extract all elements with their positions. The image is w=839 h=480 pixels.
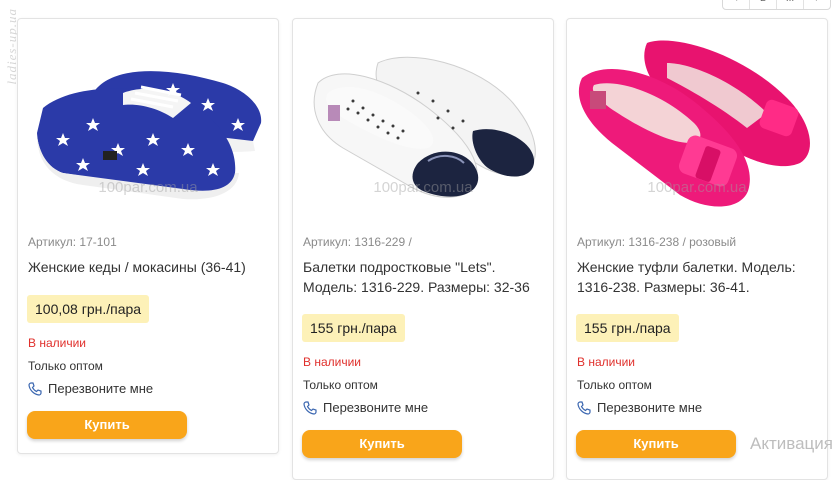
callback-link[interactable]: Перезвоните мне — [577, 400, 702, 415]
product-price: 100,08 грн./пара — [27, 295, 150, 323]
wholesale-note: Только оптом — [303, 378, 378, 392]
product-card: 100par.com.ua Артикул: 17-101 Женские ке… — [17, 18, 279, 454]
product-image[interactable]: 100par.com.ua — [298, 23, 548, 218]
product-title[interactable]: Женские туфли балетки. Модель: 1316-238.… — [577, 257, 817, 297]
stock-status: В наличии — [28, 336, 87, 350]
stock-status: В наличии — [577, 355, 636, 369]
photo-watermark: 100par.com.ua — [373, 179, 473, 196]
pagination-page[interactable]: 2 — [750, 0, 777, 9]
pagination-ellipsis: ... — [777, 0, 804, 9]
buy-button[interactable]: Купить — [27, 411, 187, 439]
product-image[interactable]: 100par.com.ua — [23, 23, 273, 218]
buy-button[interactable]: Купить — [576, 430, 736, 458]
product-sku: Артикул: 1316-229 / — [303, 235, 412, 249]
pagination-prev[interactable]: ‹ — [723, 0, 750, 9]
product-title[interactable]: Женские кеды / мокасины (36-41) — [28, 257, 268, 277]
callback-label: Перезвоните мне — [323, 400, 429, 415]
pagination: ‹ 2 ... › — [722, 0, 831, 10]
stock-status: В наличии — [303, 355, 362, 369]
wholesale-note: Только оптом — [577, 378, 652, 392]
phone-icon — [303, 400, 317, 415]
product-image[interactable]: 100par.com.ua — [572, 23, 822, 218]
callback-label: Перезвоните мне — [597, 400, 703, 415]
phone-icon — [577, 400, 591, 415]
wholesale-note: Только оптом — [28, 359, 103, 373]
product-title[interactable]: Балетки подростковые "Lets". Модель: 131… — [303, 257, 543, 297]
product-price: 155 грн./пара — [302, 314, 405, 342]
phone-icon — [28, 381, 42, 396]
callback-link[interactable]: Перезвоните мне — [303, 400, 428, 415]
callback-link[interactable]: Перезвоните мне — [28, 381, 153, 396]
product-sku: Артикул: 1316-238 / розовый — [577, 235, 737, 249]
os-activation-watermark: Активация — [750, 434, 833, 453]
buy-button[interactable]: Купить — [302, 430, 462, 458]
product-card: 100par.com.ua Артикул: 1316-238 / розовы… — [566, 18, 828, 480]
photo-watermark: 100par.com.ua — [98, 179, 198, 196]
product-price: 155 грн./пара — [576, 314, 679, 342]
pagination-next[interactable]: › — [804, 0, 830, 9]
callback-label: Перезвоните мне — [48, 381, 154, 396]
product-sku: Артикул: 17-101 — [28, 235, 117, 249]
product-card: 100par.com.ua Артикул: 1316-229 / Балетк… — [292, 18, 554, 480]
photo-watermark: 100par.com.ua — [647, 179, 747, 196]
